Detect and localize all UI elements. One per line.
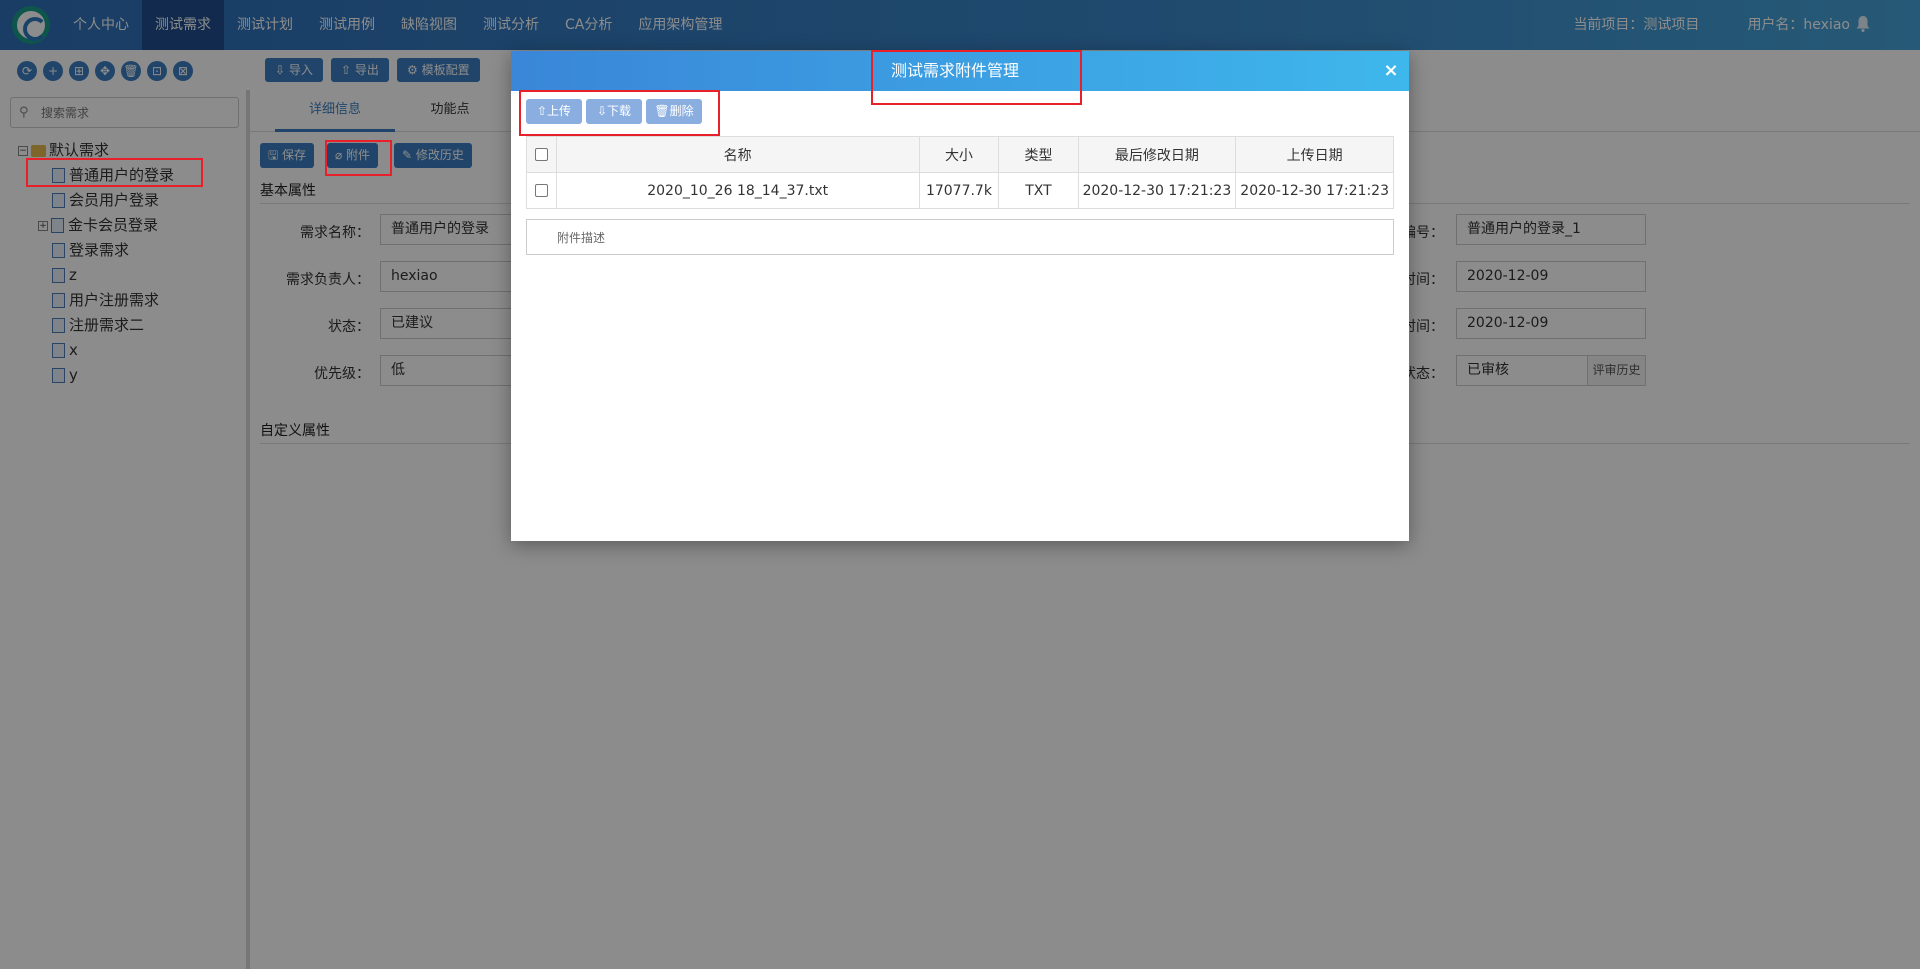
attachment-description-input[interactable] <box>557 228 1357 248</box>
close-icon[interactable]: × <box>1381 61 1401 81</box>
cell-name: 2020_10_26 18_14_37.txt <box>555 172 920 209</box>
col-modified: 最后修改日期 <box>1077 136 1237 173</box>
table-row[interactable]: 2020_10_26 18_14_37.txt 17077.7k TXT 202… <box>526 172 1394 209</box>
cell-size: 17077.7k <box>918 172 1000 209</box>
col-uploaded: 上传日期 <box>1235 136 1394 173</box>
cell-type: TXT <box>998 172 1079 209</box>
select-all-checkbox[interactable] <box>534 148 548 161</box>
highlight-modal-title <box>871 50 1082 105</box>
highlight-modal-buttons <box>519 90 720 136</box>
highlight-tree-item <box>26 158 203 187</box>
attachment-table: 名称 大小 类型 最后修改日期 上传日期 2020_10_26 18_14_37… <box>526 136 1394 209</box>
highlight-attachment-button <box>325 140 392 176</box>
col-size: 大小 <box>918 136 1000 173</box>
cell-modified: 2020-12-30 17:21:23 <box>1077 172 1237 209</box>
cell-uploaded: 2020-12-30 17:21:23 <box>1235 172 1394 209</box>
table-header-row: 名称 大小 类型 最后修改日期 上传日期 <box>526 136 1394 173</box>
select-all-header <box>526 136 557 173</box>
description-container <box>526 219 1394 255</box>
row-checkbox[interactable] <box>534 184 548 197</box>
col-type: 类型 <box>998 136 1079 173</box>
row-select-cell <box>526 172 557 209</box>
col-name: 名称 <box>555 136 920 173</box>
